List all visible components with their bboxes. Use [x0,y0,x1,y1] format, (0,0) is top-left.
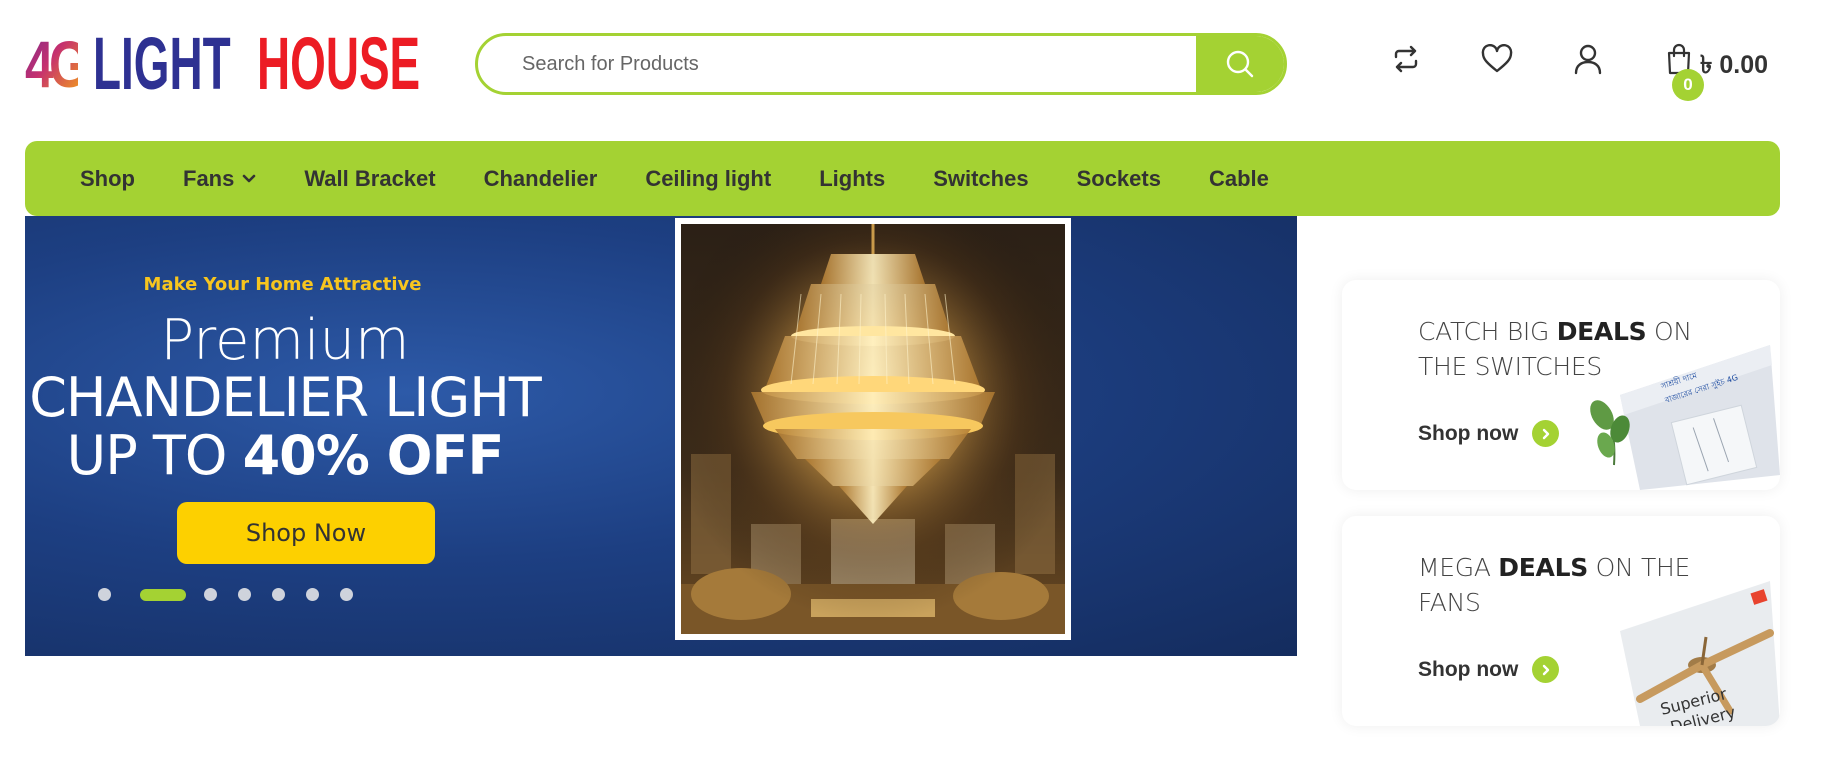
promo-title-prefix: MEGA [1418,553,1499,582]
nav-item-switches[interactable]: Switches [933,166,1028,192]
hero-tagline: Make Your Home Attractive [143,274,422,295]
hero-discount-prefix: UP TO [66,424,243,487]
promo-shop-now-link[interactable]: Shop now [1418,420,1560,447]
hero-slider[interactable]: Make Your Home Attractive Premium CHANDE… [25,216,1297,656]
account-button[interactable] [1571,42,1605,76]
hero-discount: 40% OFF [242,424,505,487]
promo-card-fans[interactable]: MEGA DEALS ON THE FANS Superior Delivery… [1342,516,1780,726]
nav-item-ceiling-light[interactable]: Ceiling light [645,166,771,192]
compare-icon [1394,45,1418,73]
nav-item-wall-bracket[interactable]: Wall Bracket [304,166,435,192]
search-bar [475,33,1287,95]
slider-dot[interactable] [204,588,217,601]
cart-total[interactable]: ৳ 0.00 [1700,45,1768,88]
chandelier-image [675,218,1071,640]
site-logo[interactable]: 4G LIGHT HOUSE [25,22,427,105]
switches-promo-image: সাশ্রয়ী দামে বাজারের সেরা সুইচ 4G [1580,345,1780,490]
promo-card-switches[interactable]: CATCH BIG DEALS ON THE SWITCHES সাশ্রয়ী… [1342,280,1780,490]
nav-item-fans[interactable]: Fans [183,166,256,192]
arrow-right-icon [1532,656,1560,683]
slider-dot[interactable] [306,588,319,601]
slider-dots [98,588,374,601]
promo-link-label: Shop now [1418,657,1519,681]
nav-item-shop[interactable]: Shop [80,166,135,192]
promo-shop-now-link[interactable]: Shop now [1418,656,1560,683]
fans-promo-image: Superior Delivery [1580,581,1780,726]
heart-icon [1481,44,1513,73]
slider-dot[interactable] [340,588,353,601]
nav-item-sockets[interactable]: Sockets [1077,166,1161,192]
logo-4g: 4G [25,27,89,101]
nav-item-lights[interactable]: Lights [819,166,885,192]
user-icon [1574,44,1602,75]
wishlist-button[interactable] [1480,42,1514,76]
slider-dot[interactable] [272,588,285,601]
promo-title-bold: DEALS [1556,317,1647,346]
hero-headline-1: Premium [160,308,410,373]
compare-button[interactable] [1389,42,1423,76]
promo-link-label: Shop now [1418,421,1519,445]
nav-item-chandelier[interactable]: Chandelier [484,166,598,192]
hero-headline-2: CHANDELIER LIGHT [29,366,542,429]
slider-dot-active[interactable] [140,588,186,601]
main-nav: Shop Fans Wall Bracket Chandelier Ceilin… [25,141,1780,216]
chevron-down-icon [243,174,256,182]
nav-item-fans-label: Fans [183,165,235,191]
logo-light: LIGHT [93,22,231,105]
slider-dot[interactable] [98,588,111,601]
hero-shop-now-button[interactable]: Shop Now [177,502,435,564]
arrow-right-icon [1532,420,1560,447]
promo-title-bold: DEALS [1498,553,1588,582]
hero-headline-3: UP TO 40% OFF [25,424,545,487]
promo-title-prefix: CATCH BIG [1418,317,1557,346]
search-button[interactable] [1196,36,1284,92]
slider-dot[interactable] [238,588,251,601]
search-input[interactable] [478,36,1196,92]
nav-item-cable[interactable]: Cable [1209,166,1269,192]
search-icon [1226,50,1254,78]
logo-house: HOUSE [257,22,421,105]
